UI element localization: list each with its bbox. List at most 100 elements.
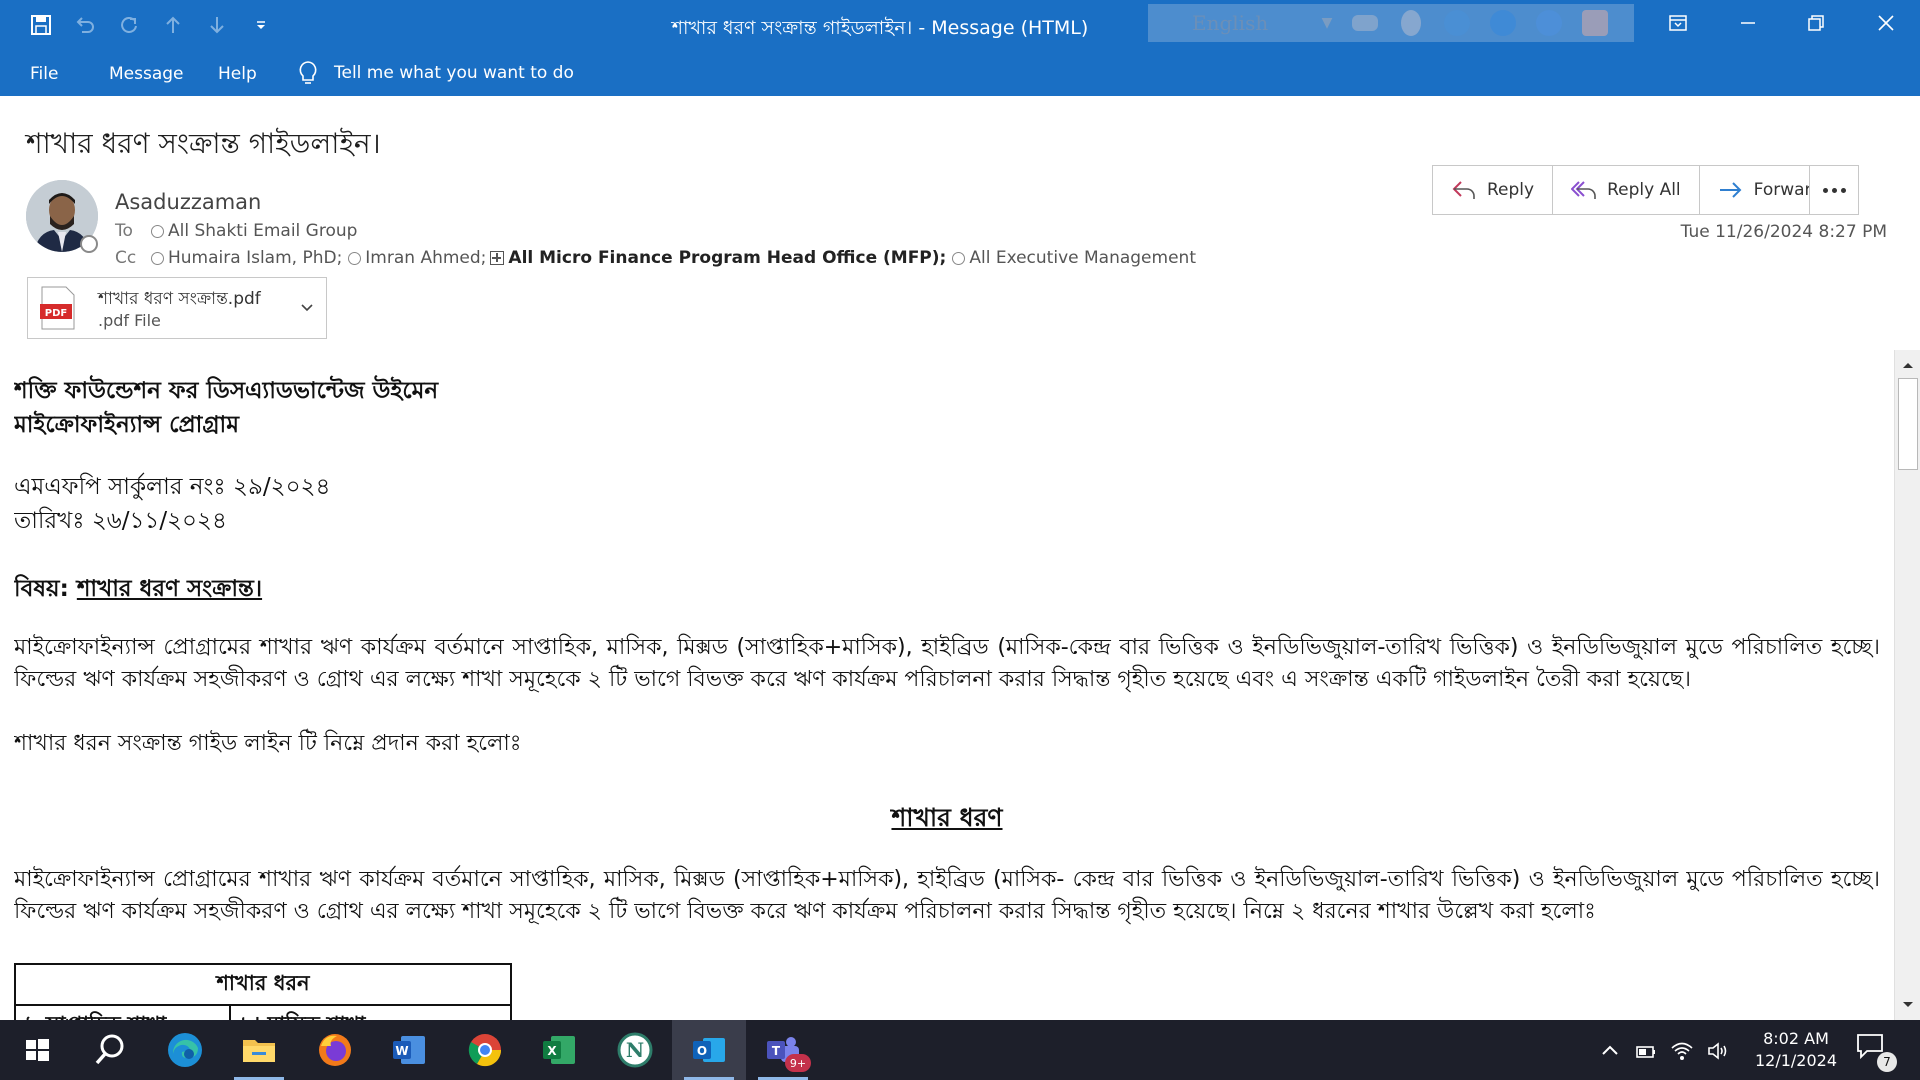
start-button[interactable] bbox=[0, 1020, 74, 1080]
attachment-type: .pdf File bbox=[98, 311, 161, 330]
gear-icon[interactable] bbox=[1438, 8, 1476, 38]
more-actions-button[interactable] bbox=[1809, 165, 1859, 215]
presence-icon bbox=[151, 224, 164, 238]
taskbar-edge[interactable] bbox=[148, 1020, 222, 1080]
extension-language[interactable]: English bbox=[1192, 11, 1308, 35]
outlook-letter: O bbox=[697, 1044, 707, 1058]
presence-icon bbox=[952, 251, 966, 265]
recipient[interactable]: Humaira Islam, PhD; bbox=[168, 248, 342, 268]
message-actions: Reply Reply All Forward bbox=[1432, 165, 1842, 215]
search-icon bbox=[95, 1034, 124, 1065]
table-cell: ১.সাপ্তাহিক শাখা bbox=[14, 1004, 231, 1020]
speaker-icon bbox=[1708, 1042, 1727, 1060]
chevron-down-icon[interactable] bbox=[298, 298, 316, 316]
windows-icon bbox=[26, 1039, 49, 1061]
reply-all-button[interactable]: Reply All bbox=[1553, 166, 1700, 214]
n-letter: N bbox=[626, 1038, 644, 1062]
to-label: To bbox=[115, 221, 133, 241]
taskbar-excel[interactable]: X bbox=[522, 1020, 596, 1080]
scroll-up-button[interactable] bbox=[1897, 354, 1919, 376]
tab-help[interactable]: Help bbox=[218, 64, 257, 84]
taskbar-n-app[interactable]: N bbox=[598, 1020, 672, 1080]
close-icon bbox=[1878, 15, 1894, 31]
paragraph-1: মাইক্রোফাইন্যান্স প্রোগ্রামের শাখার ঋণ ক… bbox=[14, 635, 1880, 692]
body-scrollbar[interactable] bbox=[1894, 350, 1920, 1020]
message-body: শক্তি ফাউন্ডেশন ফর ডিসএ্যাডভান্টেজ উইমেন… bbox=[14, 370, 1884, 1020]
body-subject: বিষয়: শাখার ধরণ সংক্রান্ত। bbox=[14, 570, 262, 609]
taskbar-clock[interactable]: 8:02 AM 12/1/2024 bbox=[1746, 1028, 1846, 1072]
recipient[interactable]: All Executive Management bbox=[969, 248, 1196, 268]
ribbon-display-options-button[interactable] bbox=[1644, 0, 1712, 46]
help-icon[interactable] bbox=[1530, 8, 1568, 38]
action-center-button[interactable]: 7 bbox=[1855, 1032, 1897, 1072]
taskbar-firefox[interactable] bbox=[298, 1020, 372, 1080]
tell-me-search[interactable]: Tell me what you want to do bbox=[296, 60, 574, 86]
network-button[interactable] bbox=[1670, 1036, 1694, 1066]
word-letter: W bbox=[395, 1044, 408, 1058]
subject-label: বিষয়: bbox=[14, 576, 69, 602]
ribbon-tabs: File Message Help Tell me what you want … bbox=[0, 52, 1920, 96]
taskbar-outlook[interactable]: O bbox=[672, 1020, 746, 1080]
taskbar-file-explorer[interactable] bbox=[222, 1020, 296, 1080]
subject-text: শাখার ধরণ সংক্রান্ত। bbox=[76, 576, 263, 602]
firefox-icon bbox=[319, 1034, 351, 1066]
reply-button[interactable]: Reply bbox=[1433, 166, 1554, 214]
reply-icon bbox=[1452, 181, 1475, 199]
reply-all-label: Reply All bbox=[1607, 180, 1681, 200]
caret-down-icon bbox=[1903, 1002, 1913, 1007]
reply-label: Reply bbox=[1487, 180, 1535, 200]
forward-icon bbox=[1719, 182, 1742, 198]
pdf-file-icon: PDF bbox=[40, 286, 75, 330]
taskbar-chrome[interactable] bbox=[448, 1020, 522, 1080]
extension-tool-1[interactable] bbox=[1346, 8, 1384, 38]
presence-icon bbox=[151, 251, 164, 265]
scroll-thumb[interactable] bbox=[1898, 378, 1918, 470]
minimize-button[interactable] bbox=[1714, 0, 1782, 46]
paragraph-2: শাখার ধরন সংক্রান্ত গাইড লাইন টি নিম্নে … bbox=[14, 731, 522, 756]
extension-tool-2[interactable] bbox=[1392, 8, 1430, 38]
attachment-name: শাখার ধরণ সংক্রান্ত.pdf bbox=[98, 289, 261, 309]
taskbar-word[interactable]: W bbox=[372, 1020, 446, 1080]
restore-button[interactable] bbox=[1782, 0, 1850, 46]
tab-file[interactable]: File bbox=[30, 64, 58, 84]
presence-status-icon bbox=[80, 235, 98, 253]
ribbon-display-icon bbox=[1669, 15, 1687, 31]
sender-name[interactable]: Asaduzzaman bbox=[115, 190, 261, 214]
branch-type-table: শাখার ধরন ১.সাপ্তাহিক শাখা ২। মাসিক শাখা bbox=[14, 963, 512, 1020]
battery-icon bbox=[1636, 1046, 1655, 1058]
lightbulb-icon bbox=[299, 61, 317, 84]
circular-date: তারিখঃ ২৬/১১/২০২৪ bbox=[14, 508, 227, 534]
close-window-button[interactable] bbox=[1852, 0, 1920, 46]
folder-icon bbox=[243, 1040, 275, 1062]
circular-number: এমএফপি সার্কুলার নংঃ ২৯/২০২৪ bbox=[14, 474, 331, 500]
volume-button[interactable] bbox=[1706, 1036, 1730, 1066]
table-header: শাখার ধরন bbox=[14, 963, 512, 1006]
show-hidden-icons-button[interactable] bbox=[1598, 1036, 1622, 1066]
word-icon: W bbox=[393, 1036, 425, 1064]
globe-icon[interactable] bbox=[1484, 8, 1522, 38]
pdf-label: PDF bbox=[45, 308, 67, 319]
teams-badge: 9+ bbox=[785, 1054, 811, 1072]
clock-date: 12/1/2024 bbox=[1754, 1051, 1838, 1070]
ellipsis-icon bbox=[1822, 187, 1828, 193]
expand-group-icon[interactable] bbox=[490, 251, 505, 265]
chrome-icon bbox=[468, 1034, 502, 1067]
recipient[interactable]: All Shakti Email Group bbox=[168, 221, 357, 241]
paragraph-3: মাইক্রোফাইন্যান্স প্রোগ্রামের শাখার ঋণ ক… bbox=[14, 867, 1881, 924]
taskbar-teams[interactable]: T 9+ bbox=[746, 1020, 820, 1080]
search-button[interactable] bbox=[72, 1020, 146, 1080]
org-name: শক্তি ফাউন্ডেশন ফর ডিসএ্যাডভান্টেজ উইমেন bbox=[14, 378, 439, 404]
tab-message[interactable]: Message bbox=[109, 64, 184, 84]
close-icon[interactable] bbox=[1576, 8, 1614, 38]
attachment-card[interactable]: PDF শাখার ধরণ সংক্রান্ত.pdf .pdf File bbox=[27, 277, 327, 339]
taskbar: W X N O T 9+ 8:02 AM 12/1/2024 7 bbox=[0, 1020, 1920, 1080]
to-recipients: To All Shakti Email Group bbox=[115, 221, 357, 241]
cc-label: Cc bbox=[115, 248, 137, 268]
chevron-down-icon[interactable]: ▼ bbox=[1316, 10, 1338, 36]
recipient-group[interactable]: All Micro Finance Program Head Office (M… bbox=[508, 248, 946, 268]
battery-button[interactable] bbox=[1634, 1036, 1658, 1066]
caret-up-icon bbox=[1903, 363, 1913, 368]
recipient[interactable]: Imran Ahmed; bbox=[365, 248, 486, 268]
notification-count: 7 bbox=[1877, 1052, 1897, 1072]
scroll-down-button[interactable] bbox=[1897, 994, 1919, 1016]
